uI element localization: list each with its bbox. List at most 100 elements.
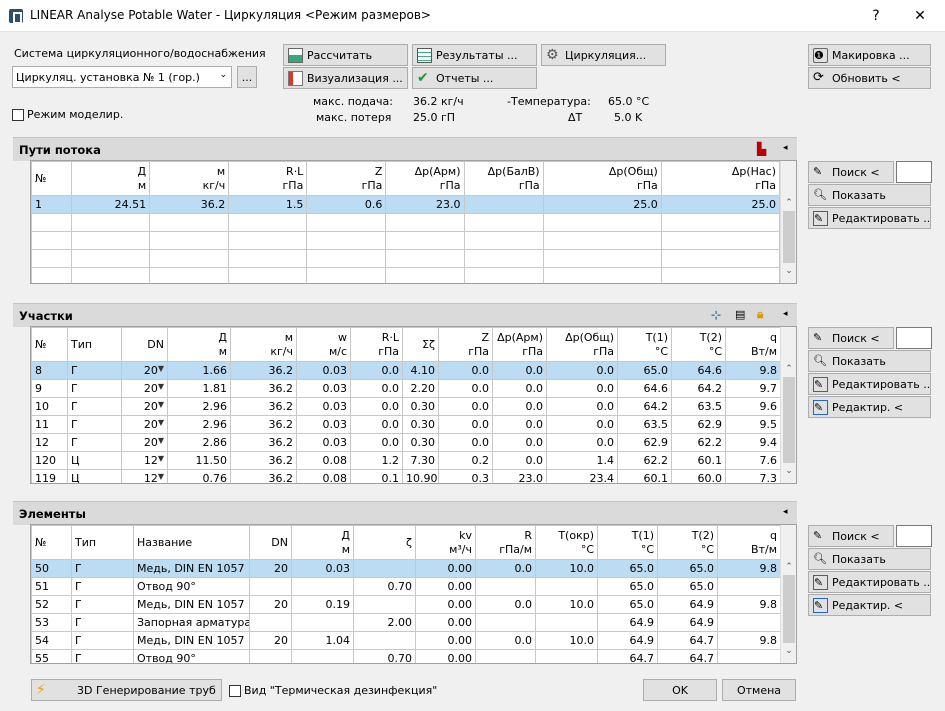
table-cell[interactable]: 0.0	[350, 361, 403, 380]
table-cell[interactable]: Отвод 90°	[133, 577, 250, 596]
table-cell[interactable]: 7.6	[725, 451, 781, 470]
table-cell[interactable]: 64.7	[657, 631, 718, 650]
table-cell[interactable]: 7.3	[725, 469, 781, 483]
help-button[interactable]: ?	[866, 6, 886, 26]
table-cell[interactable]	[542, 249, 662, 268]
column-header[interactable]: №	[31, 525, 72, 560]
table-cell[interactable]: 2.96	[167, 397, 231, 416]
table-cell[interactable]	[291, 577, 354, 596]
table-cell[interactable]: 0.0	[492, 415, 547, 434]
table-cell[interactable]: 23.0	[492, 469, 547, 483]
table-cell[interactable]: 2.86	[167, 433, 231, 452]
marking-button[interactable]: ❶ Макировка ...	[808, 44, 931, 66]
table-cell[interactable]	[463, 249, 544, 268]
ok-button[interactable]: OK	[643, 679, 717, 701]
table-cell[interactable]: 50	[31, 559, 72, 578]
table-cell[interactable]: 24.51	[71, 195, 151, 214]
flow-paths-grid[interactable]: № Дм м кг/ч R·L гПа ZгПа Δp(Арм) гПа Δp(БалВ) гПа Δ…	[30, 160, 797, 284]
table-row[interactable]: 51 Г Отвод 90° 0.70 0.00 65.0 65.0	[31, 577, 781, 596]
table-row[interactable]: 10 Г 20 ▼ 2.96 36.2 0.03 0.0 0.30 0.0 0.0 0.0 64.2 6…	[31, 397, 781, 416]
parts-search-button[interactable]: ✎ Поиск <	[808, 327, 894, 349]
column-header[interactable]: м кг/ч	[149, 161, 230, 196]
column-header[interactable]: м кг/ч	[230, 327, 297, 362]
table-cell[interactable]: 0.08	[296, 469, 351, 483]
table-cell[interactable]: 64.9	[597, 613, 658, 632]
table-cell[interactable]: 36.2	[149, 195, 230, 214]
table-cell[interactable]: 7.30	[402, 451, 439, 470]
column-header[interactable]: w м/с	[296, 327, 351, 362]
table-cell[interactable]	[306, 249, 387, 268]
generate-3d-button[interactable]: ⚡ 3D Генерирование труб	[31, 679, 222, 701]
flow-search-input[interactable]	[896, 161, 932, 183]
column-header[interactable]: Дм	[291, 525, 354, 560]
table-cell[interactable]: Г	[71, 631, 134, 650]
column-header[interactable]: №	[31, 327, 68, 362]
table-cell[interactable]: 62.9	[671, 415, 726, 434]
table-cell[interactable]: 65.0	[597, 577, 658, 596]
table-cell[interactable]	[149, 267, 230, 283]
dropdown-arrow-icon[interactable]: ▼	[158, 418, 164, 427]
column-header[interactable]: Δp(Арм) гПа	[492, 327, 547, 362]
table-cell[interactable]: 0.30	[402, 397, 439, 416]
table-cell[interactable]: 0.0	[350, 415, 403, 434]
table-cell[interactable]: Ц	[67, 451, 122, 470]
column-header[interactable]: kv м³/ч	[415, 525, 476, 560]
table-cell[interactable]: Ц	[67, 469, 122, 483]
table-cell[interactable]: Г	[67, 361, 122, 380]
table-cell[interactable]: 0.00	[415, 577, 476, 596]
table-cell[interactable]: 63.5	[671, 397, 726, 416]
table-cell[interactable]: 0.0	[546, 361, 618, 380]
column-header[interactable]: T(1) °C	[597, 525, 658, 560]
table-row[interactable]: 11 Г 20 ▼ 2.96 36.2 0.03 0.0 0.30 0.0 0.0 0.0 63.5 6…	[31, 415, 781, 434]
table-cell[interactable]: 0.0	[350, 433, 403, 452]
table-cell[interactable]	[149, 213, 230, 232]
table-cell[interactable]: 0.0	[475, 631, 536, 650]
table-cell[interactable]	[542, 213, 662, 232]
table-cell[interactable]	[542, 231, 662, 250]
table-cell[interactable]: 0.03	[296, 415, 351, 434]
scroll-thumb[interactable]	[783, 377, 795, 463]
table-cell[interactable]: 0.0	[438, 415, 493, 434]
table-cell[interactable]	[660, 213, 781, 232]
scroll-thumb[interactable]	[783, 575, 795, 643]
table-cell[interactable]: Г	[71, 613, 134, 632]
table-cell[interactable]: 1.4	[546, 451, 618, 470]
parts-grid[interactable]: № Тип DN Дм м кг/ч w м/с R·L гПа Σζ ZгПа Δp(Арм) гПа Δ…	[30, 326, 797, 484]
table-cell[interactable]: Г	[67, 379, 122, 398]
table-cell[interactable]: 9.8	[725, 361, 781, 380]
table-cell[interactable]: 23.4	[546, 469, 618, 483]
split-icon[interactable]: ⊹	[711, 308, 721, 322]
table-cell[interactable]	[249, 649, 292, 663]
table-cell[interactable]: 0.70	[353, 577, 416, 596]
table-cell[interactable]: 9.5	[725, 415, 781, 434]
table-cell[interactable]: 0.03	[296, 433, 351, 452]
table-cell[interactable]	[149, 249, 230, 268]
table-cell[interactable]: 9.8	[717, 559, 781, 578]
table-cell[interactable]: 1	[31, 195, 73, 214]
flow-search-button[interactable]: ✎ Поиск <	[808, 161, 894, 183]
parts-scrollbar[interactable]: ⌃ ⌄	[780, 327, 796, 483]
table-cell[interactable]	[228, 213, 308, 232]
thermal-disinfection-checkbox[interactable]: Вид "Термическая дезинфекция"	[229, 684, 437, 697]
column-header[interactable]: T(1) °C	[617, 327, 672, 362]
table-cell[interactable]: 51	[31, 577, 72, 596]
column-header[interactable]: Тип	[67, 327, 122, 362]
table-cell[interactable]: 36.2	[230, 361, 297, 380]
table-cell[interactable]: 0.00	[415, 649, 476, 663]
table-cell[interactable]: 23.0	[385, 195, 465, 214]
table-cell[interactable]: 20 ▼	[121, 361, 168, 380]
table-row[interactable]: 8 Г 20 ▼ 1.66 36.2 0.03 0.0 4.10 0.0 0.0 0.0 65.0 64…	[31, 361, 781, 380]
column-header[interactable]: Δp(Нас) гПа	[660, 161, 781, 196]
elements-show-button[interactable]: 🔍︎ Показать	[808, 548, 931, 570]
circulation-button[interactable]: ⚙ Циркуляция...	[541, 44, 666, 66]
table-cell[interactable]: 2.20	[402, 379, 439, 398]
table-cell[interactable]: 9.7	[725, 379, 781, 398]
table-cell[interactable]: Отвод 90°	[133, 649, 250, 663]
table-cell[interactable]: 10.90	[402, 469, 439, 483]
table-cell[interactable]	[71, 213, 151, 232]
elements-search-button[interactable]: ✎ Поиск <	[808, 525, 894, 547]
column-header[interactable]: T(2) °C	[671, 327, 726, 362]
table-cell[interactable]	[71, 267, 151, 283]
table-cell[interactable]: Медь, DIN EN 1057	[133, 559, 250, 578]
table-row[interactable]	[31, 249, 781, 268]
